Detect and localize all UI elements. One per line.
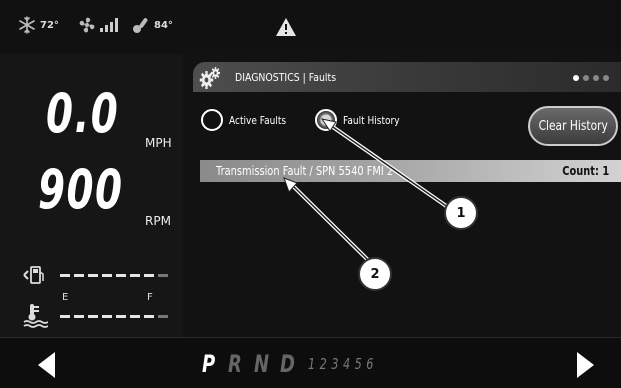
manual-gears: 123456 [308, 355, 378, 373]
callout-leaders [283, 118, 454, 264]
previous-arrow-icon[interactable] [38, 352, 56, 378]
next-arrow-icon[interactable] [576, 352, 594, 378]
gear-drive: D [280, 350, 295, 378]
gear-reverse: R [228, 350, 242, 378]
callout-marker: 2 [358, 257, 392, 291]
dashboard-screen: 72° 84° 0.0 MPH 900 RPM E F DIAGNOSTICS … [0, 0, 621, 388]
gear-neutral: N [254, 350, 270, 378]
callout-marker: 1 [444, 196, 478, 230]
gear-bar: P R N D 123456 [0, 337, 621, 388]
gear-park: P [202, 350, 216, 378]
